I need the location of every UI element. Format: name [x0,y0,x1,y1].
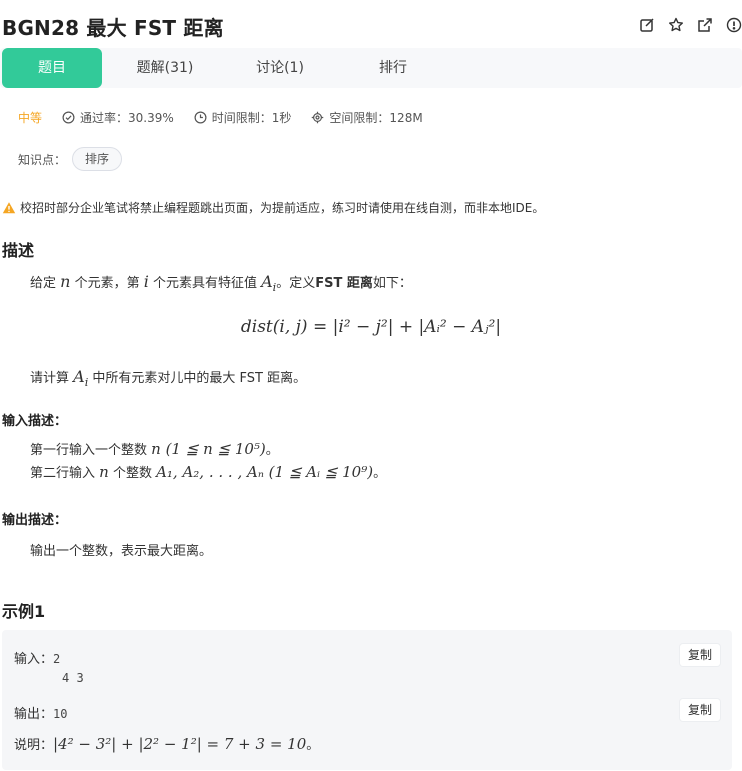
math-ai: Ai [73,367,88,389]
tab-problem[interactable]: 题目 [2,48,102,88]
copy-input-button[interactable]: 复制 [680,644,720,666]
knowledge-tags: 知识点： 排序 [18,147,123,171]
math-n: n [60,272,71,291]
time-limit: 时间限制：1秒 [194,109,292,126]
fst-formula: dist(i, j) = |i² − j²| + |Aᵢ² − Aⱼ²| [0,317,742,337]
space-limit: 空间限制：128M [311,109,423,126]
warning-text: 校招时部分企业笔试将禁止编程题跳出页面，为提前适应，练习时请使用在线自测，而非本… [20,201,545,215]
input-description-heading: 输入描述： [2,414,68,429]
math-a: A [261,272,273,291]
example-output: 输出：10 [14,703,67,722]
math-n: n [99,463,109,481]
output-description-heading: 输出描述： [2,513,68,528]
tab-ranking[interactable]: 排行 [343,48,443,88]
example-input: 输入：2 [14,648,60,667]
input-line-1: 2 [53,652,61,666]
input-line-2: 4 3 [62,671,84,685]
input-label: 输入： [14,652,54,667]
text: 个元素，第 [70,276,144,291]
tab-solutions[interactable]: 题解(31) [115,48,215,88]
tab-bar: 题目 题解(31) 讨论(1) 排行 [0,48,742,88]
tags-label: 知识点： [18,152,67,167]
header-actions [638,16,742,33]
time-limit-text: 时间限制：1秒 [211,110,292,125]
pass-rate: 通过率：30.39% [62,109,174,126]
text: 如下： [372,276,412,291]
chip-icon [312,111,324,123]
problem-title: BGN28 最大 FST 距离 [2,16,224,40]
output-description-line-1: 输出一个整数，表示最大距离。 [30,544,213,559]
tab-discussion[interactable]: 讨论(1) [230,48,330,88]
copy-output-button[interactable]: 复制 [680,699,720,721]
share-icon[interactable] [696,16,713,33]
warning-icon [2,201,16,213]
math-a-list: A₁, A₂, . . . , Aₙ (1 ≦ Aᵢ ≦ 10⁹) [156,463,374,481]
example-input-line-2: 4 3 [62,671,84,686]
space-limit-text: 空间限制：128M [329,110,423,125]
edit-icon[interactable] [638,16,655,33]
star-icon[interactable] [667,16,684,33]
input-description-line-2: 第二行输入 n 个整数 A₁, A₂, . . . , Aₙ (1 ≦ Aᵢ ≦… [30,462,386,481]
math-a: A [73,367,85,386]
text: 。 [373,466,387,481]
text: 给定 [30,276,61,291]
clock-icon [194,111,207,123]
explain-end: 。 [306,738,320,753]
text: 中所有元素对儿中的最大 FST 距离。 [88,371,307,386]
description-paragraph-1: 给定 n 个元素，第 i 个元素具有特征值 Ai。定义FST 距离如下： [30,272,412,294]
description-paragraph-2: 请计算 Ai 中所有元素对儿中的最大 FST 距离。 [30,367,306,389]
example-heading: 示例1 [2,602,46,621]
output-label: 输出： [14,707,54,722]
explain-math: |4² − 3²| + |2² − 1²| = 7 + 3 = 10 [53,735,307,753]
text: 请计算 [30,371,74,386]
fst-distance-term: FST 距离 [315,276,373,291]
text: 。定义 [276,276,316,291]
text: 个整数 [108,466,157,481]
tag-sorting[interactable]: 排序 [72,147,123,171]
check-circle-icon [62,111,75,123]
explain-label: 说明： [14,738,54,753]
example-box: 输入：2 4 3 复制 输出：10 复制 说明：|4² − 3²| + |2² … [2,630,732,770]
pass-rate-text: 通过率：30.39% [80,110,174,125]
output-value: 10 [53,707,68,721]
math-ai: Ai [261,272,276,294]
text: 个元素具有特征值 [148,276,262,291]
info-icon[interactable] [725,16,742,33]
description-heading: 描述 [2,241,35,260]
input-description-line-1: 第一行输入一个整数 n (1 ≦ n ≦ 10⁵)。 [30,439,279,458]
text: 第二行输入 [30,466,100,481]
text: 第一行输入一个整数 [30,443,152,458]
example-explanation: 说明：|4² − 3²| + |2² − 1²| = 7 + 3 = 10。 [14,734,319,753]
problem-meta: 中等 通过率：30.39% 时间限制：1秒 空间限制：128M [18,108,443,126]
math-n-range: n (1 ≦ n ≦ 10⁵) [151,440,266,458]
warning-notice: 校招时部分企业笔试将禁止编程题跳出页面，为提前适应，练习时请使用在线自测，而非本… [2,199,544,216]
formula-text: dist(i, j) = |i² − j²| + |Aᵢ² − Aⱼ²| [240,317,502,337]
problem-header: BGN28 最大 FST 距离 [0,0,742,48]
difficulty-badge: 中等 [18,110,43,125]
text: 。 [265,443,279,458]
